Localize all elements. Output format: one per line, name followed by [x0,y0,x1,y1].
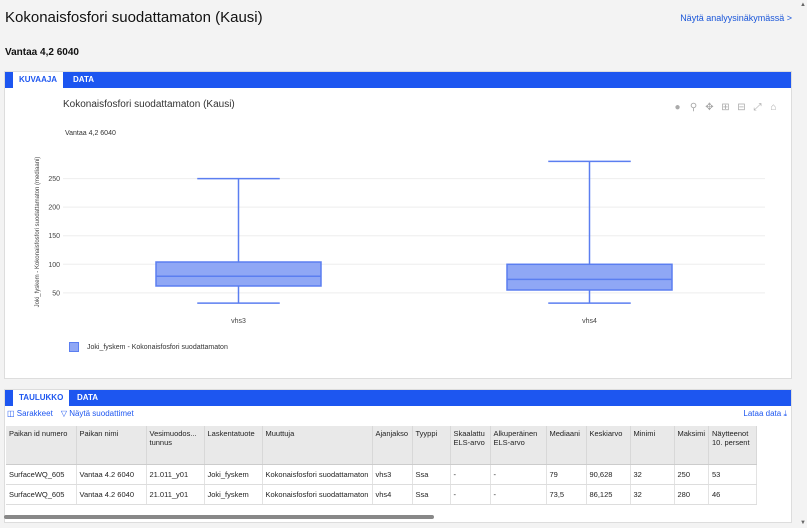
column-header[interactable]: Muuttuja [262,426,373,465]
analysis-view-link[interactable]: Näytä analyysinäkymässä > [680,13,792,23]
table-cell: 46 [708,484,757,505]
x-tick-label: vhs4 [582,318,597,325]
table-cell: 53 [708,464,757,485]
y-tick-label: 200 [48,205,60,212]
chart-panel: KUVAAJA DATA Kokonaisfosfori suodattamat… [4,71,792,379]
table-row[interactable]: SurfaceWQ_605 Vantaa 4.2 6040 21.011_y01 Jo… [6,484,757,505]
table-tabbar: TAULUKKO DATA [5,390,791,406]
table-cell: 86,125 [586,484,631,505]
column-header[interactable]: Vesimuodos... tunnus [146,426,205,465]
table-cell: Ssa [412,484,451,505]
table-cell: Vantaa 4.2 6040 [76,464,147,485]
legend-label: Joki_fyskem - Kokonaisfosfori suodattama… [87,343,228,351]
column-header[interactable]: Paikan nimi [76,426,147,465]
table-cell: SurfaceWQ_605 [6,464,77,485]
download-icon: ⤓ [783,409,787,418]
filters-label: Näytä suodattimet [69,409,134,418]
column-header[interactable]: Mediaani [546,426,587,465]
table-cell: Vantaa 4.2 6040 [76,484,147,505]
table-cell: 90,628 [586,464,631,485]
table-cell: - [450,464,491,485]
column-header[interactable]: Tyyppi [412,426,451,465]
table-cell: Joki_fyskem [204,464,263,485]
column-header[interactable]: Alkuperäinen ELS-arvo [490,426,547,465]
table-header-row: Paikan id numero Paikan nimi Vesimuodos...… [6,426,757,465]
columns-label: Sarakkeet [16,409,53,418]
columns-button[interactable]: ◫ Sarakkeet [7,409,53,418]
tab-taulukko[interactable]: TAULUKKO [13,390,70,406]
column-header[interactable]: Ajanjakso [372,426,413,465]
tab-kuvaaja[interactable]: KUVAAJA [13,72,64,88]
table-cell: - [450,484,491,505]
page-title: Kokonaisfosfori suodattamaton (Kausi) [5,9,263,26]
table-cell: Joki_fyskem [204,484,263,505]
column-header[interactable]: Paikan id numero [6,426,77,465]
box-plot: 50 100 150 200 250 vhs3 vhs4 [48,160,765,325]
column-header[interactable]: Näytteenot 10. persent [708,426,757,465]
table-cell: 250 [674,464,709,485]
download-button[interactable]: Lataa data ⤓ [743,409,787,419]
box-vhs4 [506,263,673,291]
column-header[interactable]: Skaalattu ELS-arvo [450,426,491,465]
legend-swatch[interactable] [69,342,79,352]
y-tick-label: 250 [48,176,60,183]
page-header: Kokonaisfosfori suodattamaton (Kausi) Nä… [0,0,800,70]
table-cell: - [490,484,547,505]
column-header[interactable]: Keskiarvo [586,426,631,465]
tab-data[interactable]: DATA [67,72,100,88]
table-cell: - [490,464,547,485]
table-cell: 73,5 [546,484,587,505]
data-table: Paikan id numero Paikan nimi Vesimuodos...… [6,426,757,505]
table-cell: 21.011_y01 [146,464,205,485]
tab-table-data[interactable]: DATA [71,390,104,406]
y-tick-label: 50 [52,290,60,297]
table-toolbar: ◫ Sarakkeet ▽ Näytä suodattimet Lataa da… [5,408,791,422]
chart-tabbar: KUVAAJA DATA [5,72,791,88]
table-cell: vhs3 [372,464,413,485]
table-panel: TAULUKKO DATA ◫ Sarakkeet ▽ Näytä suodat… [4,389,792,523]
download-label: Lataa data [743,409,782,418]
y-tick-label: 150 [48,233,60,240]
horizontal-scrollbar[interactable] [4,515,434,519]
table-cell: 280 [674,484,709,505]
column-header[interactable]: Minimi [630,426,675,465]
site-name: Vantaa 4,2 6040 [5,47,79,58]
x-tick-label: vhs3 [231,318,246,325]
box-vhs3 [155,261,322,287]
table-cell: 21.011_y01 [146,484,205,505]
table-cell: Ssa [412,464,451,485]
column-header[interactable]: Laskentatuote [204,426,263,465]
table-cell: vhs4 [372,484,413,505]
table-cell: 79 [546,464,587,485]
scroll-down-icon[interactable]: ▼ [800,520,806,526]
table-cell: 32 [630,464,675,485]
table-cell: 32 [630,484,675,505]
table-cell: SurfaceWQ_605 [6,484,77,505]
scroll-up-icon[interactable]: ▲ [800,2,806,8]
column-header[interactable]: Maksimi [674,426,709,465]
table-cell: Kokonaisfosfori suodattamaton [262,464,373,485]
chart-legend: Joki_fyskem - Kokonaisfosfori suodattama… [69,342,228,352]
vertical-scrollbar[interactable]: ▲ ▼ [799,0,807,528]
y-tick-label: 100 [48,262,60,269]
table-row[interactable]: SurfaceWQ_605 Vantaa 4.2 6040 21.011_y01 Jo… [6,464,757,485]
filters-button[interactable]: ▽ Näytä suodattimet [61,409,134,418]
table-cell: Kokonaisfosfori suodattamaton [262,484,373,505]
